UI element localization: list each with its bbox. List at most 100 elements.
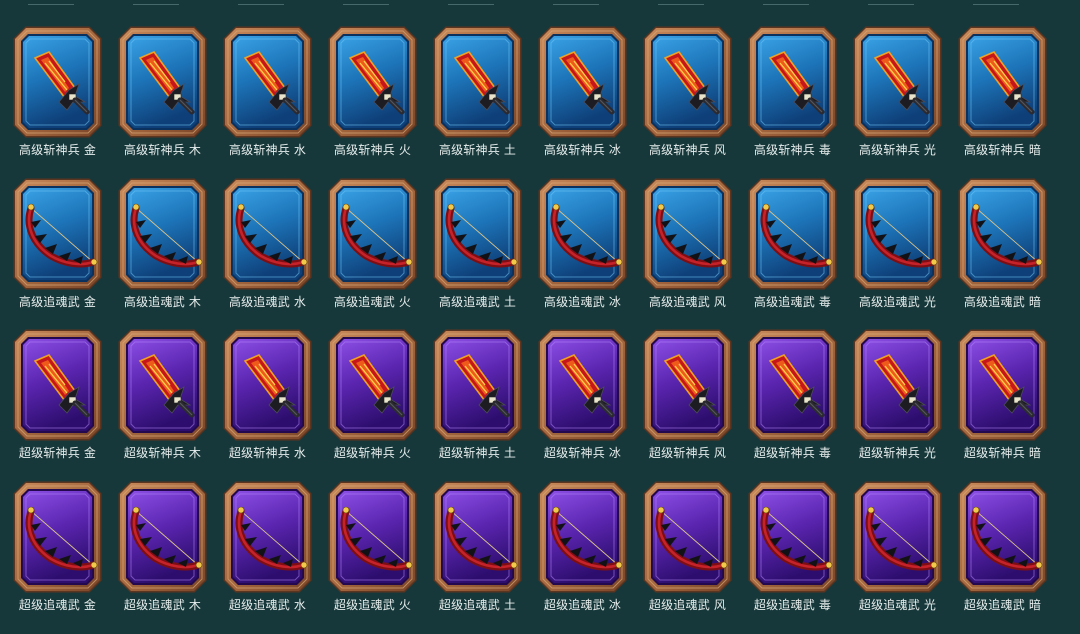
bow-item-card[interactable]	[223, 481, 312, 593]
item-slot[interactable]: 超级斩神兵 水	[210, 329, 315, 479]
item-slot[interactable]: 超级斩神兵 暗	[945, 329, 1050, 479]
sword-item-card[interactable]	[328, 26, 417, 138]
item-slot[interactable]: 超级斩神兵 金	[0, 329, 105, 479]
sword-item-card[interactable]	[328, 329, 417, 441]
bow-item-card[interactable]	[853, 481, 942, 593]
sword-item-card[interactable]	[853, 26, 942, 138]
item-slot[interactable]: 超级追魂武 光	[840, 481, 945, 631]
item-slot[interactable]: 超级斩神兵 火	[315, 329, 420, 479]
item-slot[interactable]: 超级追魂武 暗	[945, 481, 1050, 631]
item-slot[interactable]: 高级追魂武 火	[315, 178, 420, 328]
sword-item-card[interactable]	[13, 26, 102, 138]
bow-item-card[interactable]	[13, 178, 102, 290]
item-slot[interactable]: 超级追魂武 木	[105, 481, 210, 631]
item-slot[interactable]: 超级追魂武 风	[630, 481, 735, 631]
item-name-label: 超级追魂武 冰	[543, 598, 622, 612]
item-slot[interactable]: 超级斩神兵 土	[420, 329, 525, 479]
item-slot[interactable]: 高级斩神兵 暗	[945, 26, 1050, 176]
bow-icon	[13, 178, 102, 290]
item-slot[interactable]: 高级斩神兵 木	[105, 26, 210, 176]
item-slot[interactable]: 超级追魂武 毒	[735, 481, 840, 631]
column-divider	[553, 4, 599, 5]
sword-item-card[interactable]	[118, 329, 207, 441]
sword-item-card[interactable]	[538, 329, 627, 441]
bow-item-card[interactable]	[328, 481, 417, 593]
sword-item-card[interactable]	[118, 26, 207, 138]
item-slot[interactable]: 高级追魂武 毒	[735, 178, 840, 328]
item-slot[interactable]: 高级斩神兵 风	[630, 26, 735, 176]
item-slot[interactable]: 超级追魂武 水	[210, 481, 315, 631]
sword-icon	[538, 26, 627, 138]
bow-item-card[interactable]	[328, 178, 417, 290]
item-name-label: 高级斩神兵 毒	[753, 143, 832, 157]
bow-item-card[interactable]	[643, 178, 732, 290]
sword-item-card[interactable]	[13, 329, 102, 441]
sword-item-card[interactable]	[853, 329, 942, 441]
item-slot[interactable]: 高级斩神兵 金	[0, 26, 105, 176]
bow-icon	[748, 178, 837, 290]
bow-item-card[interactable]	[958, 178, 1047, 290]
item-name-label: 高级追魂武 风	[648, 295, 727, 309]
bow-item-card[interactable]	[748, 178, 837, 290]
bow-icon	[118, 178, 207, 290]
bow-item-card[interactable]	[118, 178, 207, 290]
sword-item-card[interactable]	[433, 329, 522, 441]
bow-item-card[interactable]	[433, 481, 522, 593]
bow-item-card[interactable]	[853, 178, 942, 290]
item-slot[interactable]: 超级斩神兵 毒	[735, 329, 840, 479]
bow-icon	[223, 481, 312, 593]
bow-item-card[interactable]	[748, 481, 837, 593]
item-slot[interactable]: 超级斩神兵 风	[630, 329, 735, 479]
sword-icon	[748, 329, 837, 441]
sword-item-card[interactable]	[958, 26, 1047, 138]
item-slot[interactable]: 高级追魂武 风	[630, 178, 735, 328]
item-name-label: 高级追魂武 土	[438, 295, 517, 309]
item-slot[interactable]: 高级斩神兵 光	[840, 26, 945, 176]
bow-item-card[interactable]	[643, 481, 732, 593]
item-slot[interactable]: 超级斩神兵 冰	[525, 329, 630, 479]
sword-item-card[interactable]	[748, 26, 837, 138]
item-slot[interactable]: 超级斩神兵 木	[105, 329, 210, 479]
sword-item-card[interactable]	[223, 26, 312, 138]
bow-item-card[interactable]	[538, 481, 627, 593]
bow-item-card[interactable]	[223, 178, 312, 290]
sword-item-card[interactable]	[958, 329, 1047, 441]
item-slot[interactable]: 高级斩神兵 土	[420, 26, 525, 176]
sword-icon	[328, 329, 417, 441]
item-slot[interactable]: 高级追魂武 光	[840, 178, 945, 328]
bow-item-card[interactable]	[433, 178, 522, 290]
item-slot[interactable]: 高级斩神兵 毒	[735, 26, 840, 176]
item-slot[interactable]: 超级追魂武 冰	[525, 481, 630, 631]
item-slot[interactable]: 高级斩神兵 水	[210, 26, 315, 176]
sword-item-card[interactable]	[748, 329, 837, 441]
item-name-label: 高级斩神兵 冰	[543, 143, 622, 157]
item-name-label: 超级斩神兵 风	[648, 446, 727, 460]
item-slot[interactable]: 高级追魂武 土	[420, 178, 525, 328]
item-slot[interactable]: 超级斩神兵 光	[840, 329, 945, 479]
item-slot[interactable]: 高级追魂武 木	[105, 178, 210, 328]
sword-item-card[interactable]	[538, 26, 627, 138]
item-slot[interactable]: 高级追魂武 金	[0, 178, 105, 328]
item-slot[interactable]: 高级追魂武 冰	[525, 178, 630, 328]
item-slot[interactable]: 高级斩神兵 火	[315, 26, 420, 176]
bow-item-card[interactable]	[958, 481, 1047, 593]
bow-item-card[interactable]	[118, 481, 207, 593]
bow-icon	[958, 178, 1047, 290]
bow-item-card[interactable]	[13, 481, 102, 593]
sword-item-card[interactable]	[643, 26, 732, 138]
sword-item-card[interactable]	[643, 329, 732, 441]
item-slot[interactable]: 高级追魂武 水	[210, 178, 315, 328]
sword-item-card[interactable]	[433, 26, 522, 138]
item-slot[interactable]: 超级追魂武 金	[0, 481, 105, 631]
item-name-label: 高级追魂武 金	[18, 295, 97, 309]
item-name-label: 高级追魂武 暗	[963, 295, 1042, 309]
item-slot[interactable]: 高级斩神兵 冰	[525, 26, 630, 176]
item-name-label: 高级追魂武 毒	[753, 295, 832, 309]
bow-item-card[interactable]	[538, 178, 627, 290]
item-name-label: 高级追魂武 火	[333, 295, 412, 309]
item-slot[interactable]: 超级追魂武 土	[420, 481, 525, 631]
bow-icon	[958, 481, 1047, 593]
item-slot[interactable]: 高级追魂武 暗	[945, 178, 1050, 328]
item-slot[interactable]: 超级追魂武 火	[315, 481, 420, 631]
sword-item-card[interactable]	[223, 329, 312, 441]
